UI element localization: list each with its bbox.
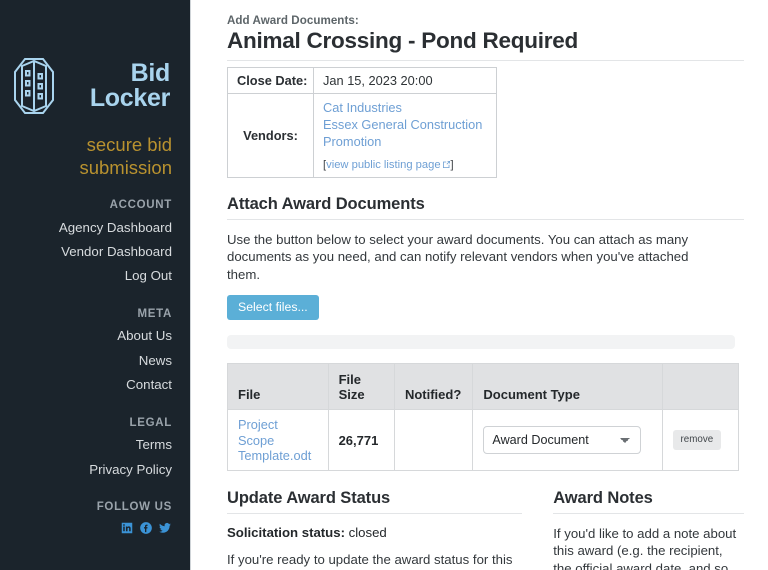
solicitation-status-label: Solicitation status: [227,524,345,540]
main-content: Add Award Documents: Animal Crossing - P… [191,0,768,570]
app-root: Bid Locker secure bid submission ACCOUNT… [0,0,768,570]
tagline-line-2: submission [79,156,172,178]
sidebar-item-vendor-dashboard[interactable]: Vendor Dashboard [10,239,174,263]
column-header-document-type: Document Type [472,363,663,411]
close-date-label: Close Date: [227,66,314,94]
award-notes-description: If you'd like to add a note about this a… [553,525,737,570]
document-type-select[interactable]: Award Document [483,426,642,455]
sidebar-item-privacy-policy[interactable]: Privacy Policy [10,457,174,481]
page-title: Animal Crossing - Pond Required [227,28,744,61]
award-notes-section: Award Notes If you'd like to add a note … [553,489,744,570]
column-header-notified: Notified? [393,363,474,411]
column-header-actions [661,363,740,411]
table-header-row: File File Size Notified? Document Type [227,363,740,411]
award-status-description: If you're ready to update the award stat… [227,551,513,570]
close-date-value: Jan 15, 2023 20:00 [313,66,497,94]
facebook-icon[interactable] [139,521,153,535]
table-row: Project Scope Template.odt 26,771 Award … [227,409,740,471]
sidebar-item-terms[interactable]: Terms [10,433,174,457]
file-link[interactable]: Project Scope Template.odt [238,417,318,462]
sidebar-item-about-us[interactable]: About Us [10,324,174,348]
cell-document-type: Award Document [472,409,663,471]
vendors-cell: Cat Industries Essex General Constructio… [313,92,497,178]
sidebar-item-agency-dashboard[interactable]: Agency Dashboard [10,215,174,239]
table-row: Close Date: Jan 15, 2023 20:00 [227,66,497,94]
brand-logo[interactable]: Bid Locker [10,0,174,118]
cell-file-name: Project Scope Template.odt [227,409,329,471]
sidebar-heading-follow-us: FOLLOW US [96,501,172,514]
view-public-listing-label: view public listing page [326,158,441,171]
cell-file-size: 26,771 [327,409,395,471]
sidebar-heading-meta: META [137,307,172,320]
page-eyebrow: Add Award Documents: [227,14,359,27]
remove-button[interactable]: remove [672,430,722,451]
bottom-columns: Update Award Status Solicitation status:… [227,489,744,570]
upload-progress-bar [227,335,735,350]
vendor-link-essex-general-construction[interactable]: Essex General Construction [323,116,487,133]
sidebar-item-news[interactable]: News [10,348,174,372]
vendor-link-promotion[interactable]: Promotion [323,133,487,150]
solicitation-summary-table: Close Date: Jan 15, 2023 20:00 Vendors: … [227,66,497,178]
select-files-button[interactable]: Select files... [227,295,319,321]
award-status-heading: Update Award Status [227,489,523,514]
award-documents-table: File File Size Notified? Document Type P… [227,363,740,471]
cell-actions: remove [661,409,740,471]
vendor-link-cat-industries[interactable]: Cat Industries [323,99,487,116]
external-link-icon [442,160,451,172]
brand-name: Bid Locker [89,59,170,112]
vendors-label: Vendors: [227,92,314,178]
linkedin-icon[interactable] [120,521,134,535]
bracket-close: ] [450,158,454,171]
update-award-status-section: Update Award Status Solicitation status:… [227,489,523,570]
tagline-line-1: secure bid [86,134,172,155]
sidebar-heading-account: ACCOUNT [109,199,172,212]
attach-section-heading: Attach Award Documents [227,195,744,220]
social-links [10,521,174,535]
sidebar-heading-legal: LEGAL [129,416,172,429]
view-public-listing-link[interactable]: view public listing page [326,159,450,171]
hexagon-building-icon [10,54,58,118]
cell-notified [393,409,474,471]
solicitation-status-value: closed [348,524,387,540]
award-notes-heading: Award Notes [553,489,744,514]
public-listing-line: [view public listing page] [323,159,487,172]
brand-tagline: secure bid submission [10,134,174,179]
sidebar-item-log-out[interactable]: Log Out [10,264,174,288]
sidebar: Bid Locker secure bid submission ACCOUNT… [0,0,191,570]
sidebar-item-contact[interactable]: Contact [10,373,174,397]
solicitation-status-line: Solicitation status: closed [227,525,522,540]
column-header-file: File [227,363,329,411]
attach-description: Use the button below to select your awar… [227,231,689,282]
column-header-file-size: File Size [327,363,395,411]
twitter-icon[interactable] [158,521,172,535]
table-row: Vendors: Cat Industries Essex General Co… [227,92,497,178]
